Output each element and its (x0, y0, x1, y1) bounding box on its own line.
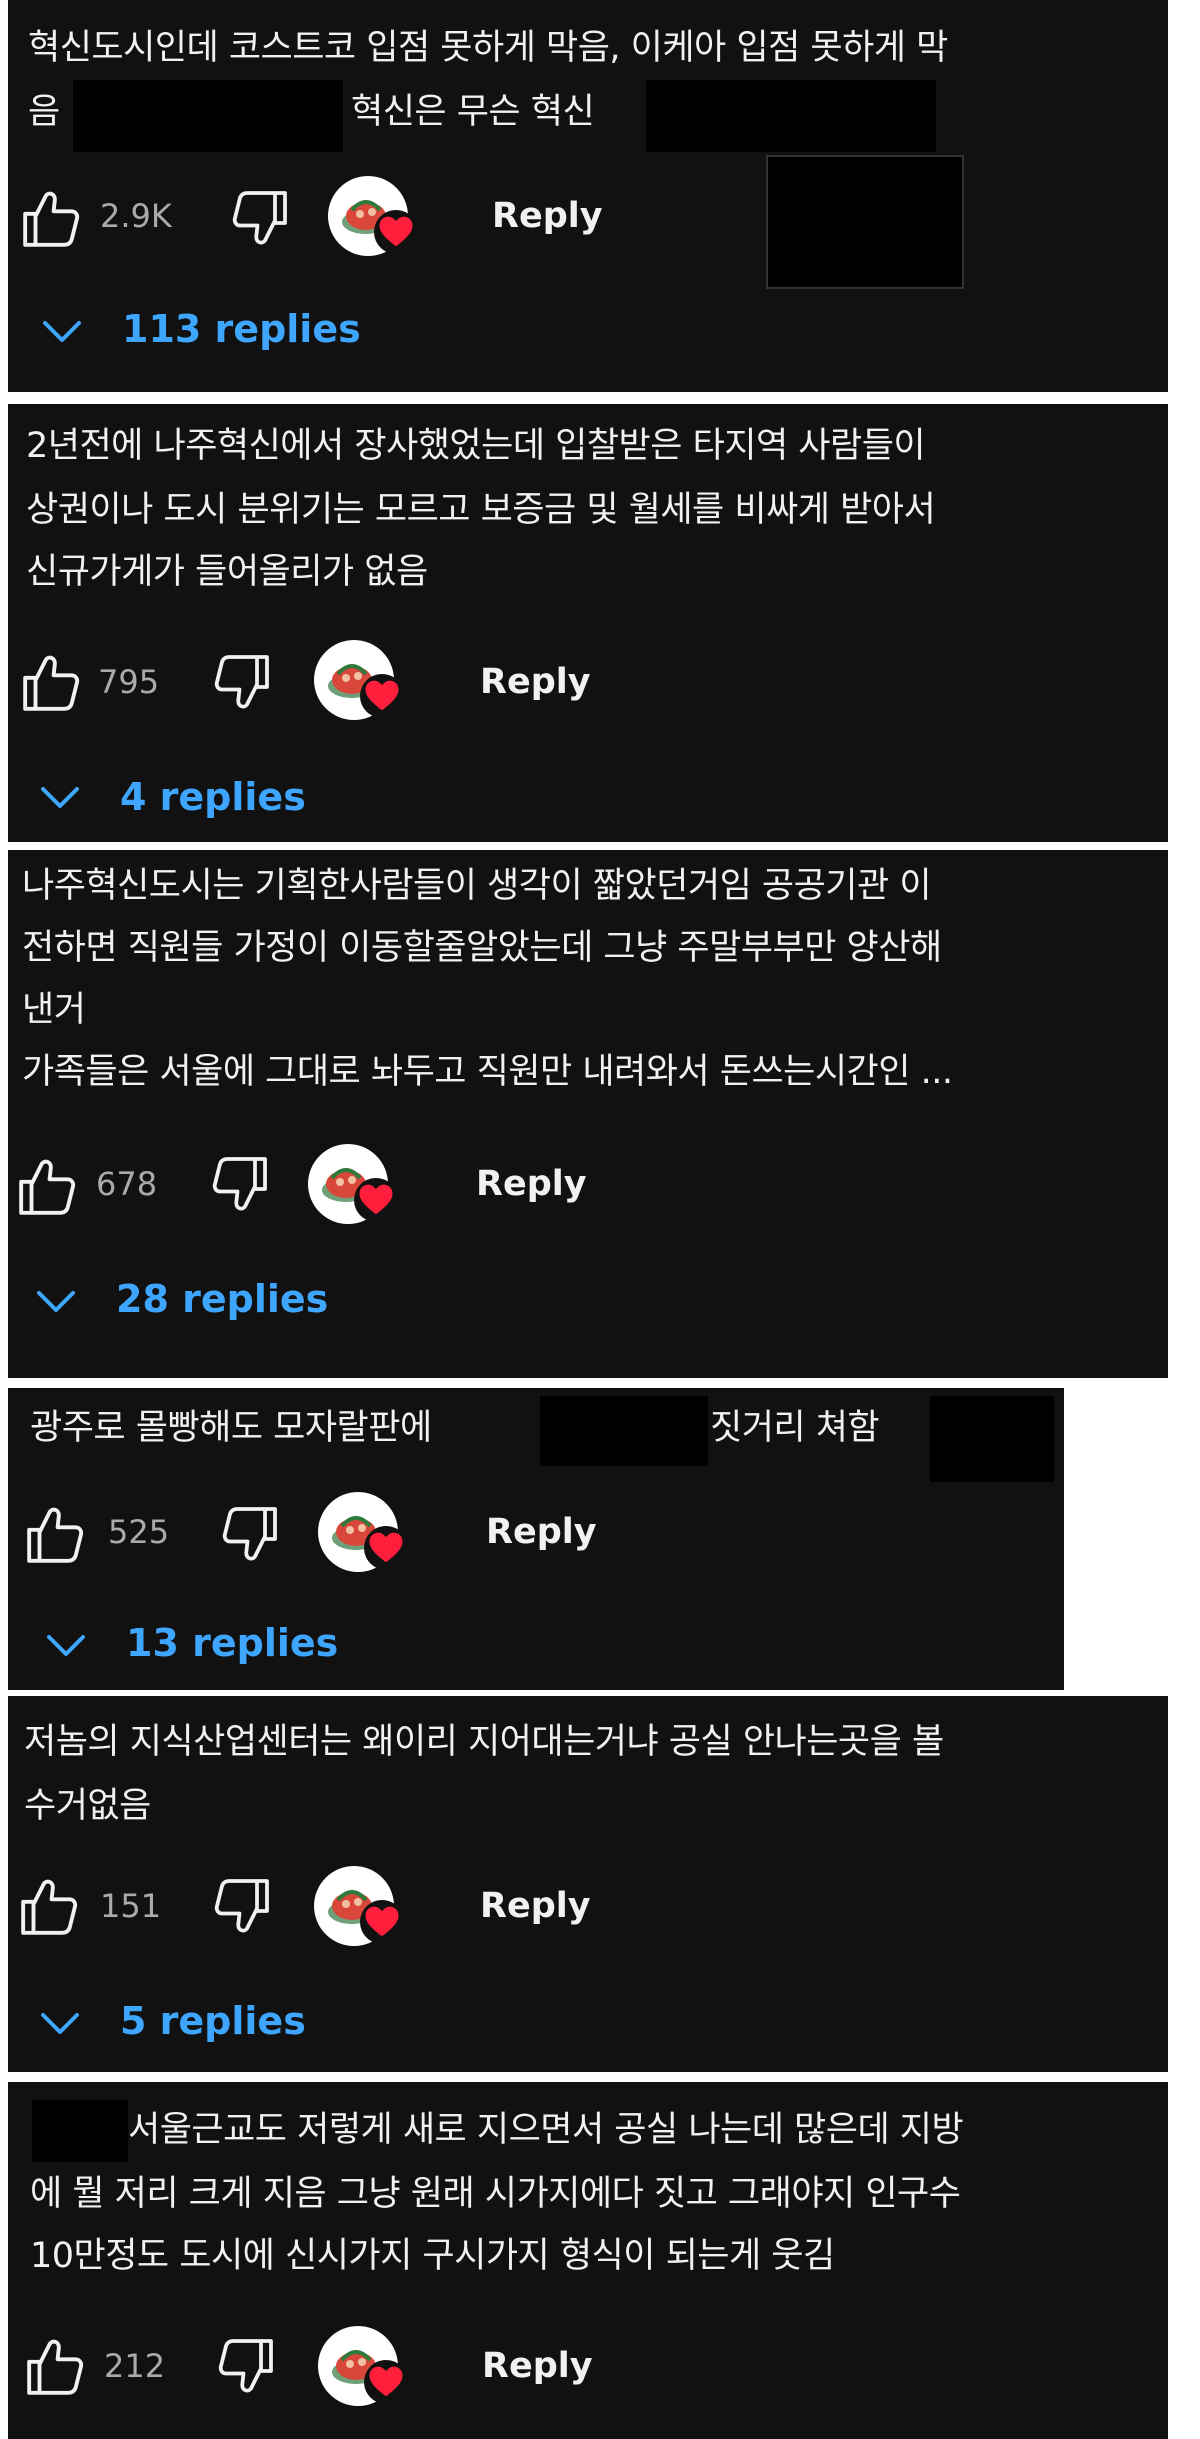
thumbs-up-icon[interactable] (20, 188, 82, 250)
comment-text-line: 짓거리 쳐함 (710, 1408, 880, 1448)
like-count: 678 (96, 1165, 158, 1203)
thumbs-down-icon[interactable] (230, 188, 290, 248)
creator-heart-icon (374, 210, 418, 254)
redaction-box (540, 1396, 708, 1466)
redaction-box (646, 80, 936, 152)
thumbs-up-icon[interactable] (24, 2336, 86, 2398)
comment-card: 광주로 몰빵해도 모자랄판에 짓거리 쳐함 525 Reply 13 repli… (8, 1388, 1064, 1690)
thumbs-down-icon[interactable] (210, 1154, 270, 1214)
reply-button[interactable]: Reply (482, 2346, 593, 2386)
comment-text-line: 저놈의 지식산업센터는 왜이리 지어대는거냐 공실 안나는곳을 볼 (24, 1722, 944, 1762)
creator-heart-icon (354, 1178, 398, 1222)
like-count: 795 (98, 663, 160, 701)
comment-card: 저놈의 지식산업센터는 왜이리 지어대는거냐 공실 안나는곳을 볼 수거없음 1… (8, 1696, 1168, 2072)
comment-text-line: 가족들은 서울에 그대로 놔두고 직원만 내려와서 돈쓰는시간인 ... (22, 1052, 953, 1092)
creator-heart-icon (364, 2360, 408, 2404)
chevron-down-icon[interactable] (40, 2012, 80, 2036)
comment-card: 나주혁신도시는 기획한사람들이 생각이 짧았던거임 공공기관 이 전하면 직원들… (8, 850, 1168, 1378)
comment-card: 혁신도시인데 코스트코 입점 못하게 막음, 이케아 입점 못하게 막 음 혁신… (8, 0, 1168, 392)
reply-button[interactable]: Reply (486, 1512, 597, 1552)
creator-heart-icon (360, 674, 404, 718)
thumbs-down-icon[interactable] (212, 652, 272, 712)
view-replies-button[interactable]: 5 replies (120, 1998, 306, 2044)
thumbs-down-icon[interactable] (216, 2336, 276, 2396)
thumbs-up-icon[interactable] (20, 652, 82, 714)
thumbs-down-icon[interactable] (212, 1876, 272, 1936)
view-replies-button[interactable]: 13 replies (126, 1620, 338, 1666)
reply-button[interactable]: Reply (476, 1164, 587, 1204)
comment-text-line: 혁신도시인데 코스트코 입점 못하게 막음, 이케아 입점 못하게 막 (28, 28, 948, 68)
like-count: 212 (104, 2347, 166, 2385)
redaction-box (766, 155, 964, 289)
chevron-down-icon[interactable] (36, 1290, 76, 1314)
like-count: 525 (108, 1513, 170, 1551)
comment-text-line: 상권이나 도시 분위기는 모르고 보증금 및 월세를 비싸게 받아서 (26, 490, 936, 530)
creator-heart-icon (360, 1900, 404, 1944)
comment-text-line: 신규가게가 들어올리가 없음 (26, 552, 428, 592)
comment-text-line: 10만정도 도시에 신시가지 구시가지 형식이 되는게 웃김 (30, 2236, 835, 2276)
reply-button[interactable]: Reply (480, 1886, 591, 1926)
comment-text-line: 낸거 (22, 990, 86, 1030)
thumbs-up-icon[interactable] (24, 1504, 86, 1566)
chevron-down-icon[interactable] (46, 1634, 86, 1658)
comment-text-line: 혁신은 무슨 혁신 (351, 92, 595, 132)
thumbs-up-icon[interactable] (18, 1876, 80, 1938)
comment-text-line: 전하면 직원들 가정이 이동할줄알았는데 그냥 주말부부만 양산해 (22, 928, 942, 968)
chevron-down-icon[interactable] (40, 786, 80, 810)
view-replies-button[interactable]: 4 replies (120, 774, 306, 820)
view-replies-button[interactable]: 113 replies (122, 306, 361, 352)
comment-text-line: 나주혁신도시는 기획한사람들이 생각이 짧았던거임 공공기관 이 (22, 866, 932, 906)
comment-card: 서울근교도 저렇게 새로 지으면서 공실 나는데 많은데 지방 에 뭘 저리 크… (8, 2082, 1168, 2439)
comment-text-line: 2년전에 나주혁신에서 장사했었는데 입찰받은 타지역 사람들이 (26, 426, 926, 466)
comment-text-line: 수거없음 (24, 1786, 151, 1826)
thumbs-down-icon[interactable] (220, 1504, 280, 1564)
redaction-box (32, 2100, 128, 2162)
chevron-down-icon[interactable] (42, 320, 82, 344)
comment-text-line: 광주로 몰빵해도 모자랄판에 (30, 1408, 432, 1448)
reply-button[interactable]: Reply (492, 196, 603, 236)
redaction-box (73, 80, 343, 152)
comment-card: 2년전에 나주혁신에서 장사했었는데 입찰받은 타지역 사람들이 상권이나 도시… (8, 404, 1168, 842)
like-count: 2.9K (100, 197, 172, 235)
comment-text-line: 에 뭘 저리 크게 지음 그냥 원래 시가지에다 짓고 그래야지 인구수 (30, 2174, 961, 2214)
view-replies-button[interactable]: 28 replies (116, 1276, 328, 1322)
creator-heart-icon (364, 1526, 408, 1570)
comment-text-line: 서울근교도 저렇게 새로 지으면서 공실 나는데 많은데 지방 (128, 2110, 964, 2150)
redaction-box (930, 1396, 1054, 1482)
comment-text-line: 음 (28, 92, 60, 132)
thumbs-up-icon[interactable] (16, 1156, 78, 1218)
reply-button[interactable]: Reply (480, 662, 591, 702)
like-count: 151 (100, 1887, 162, 1925)
